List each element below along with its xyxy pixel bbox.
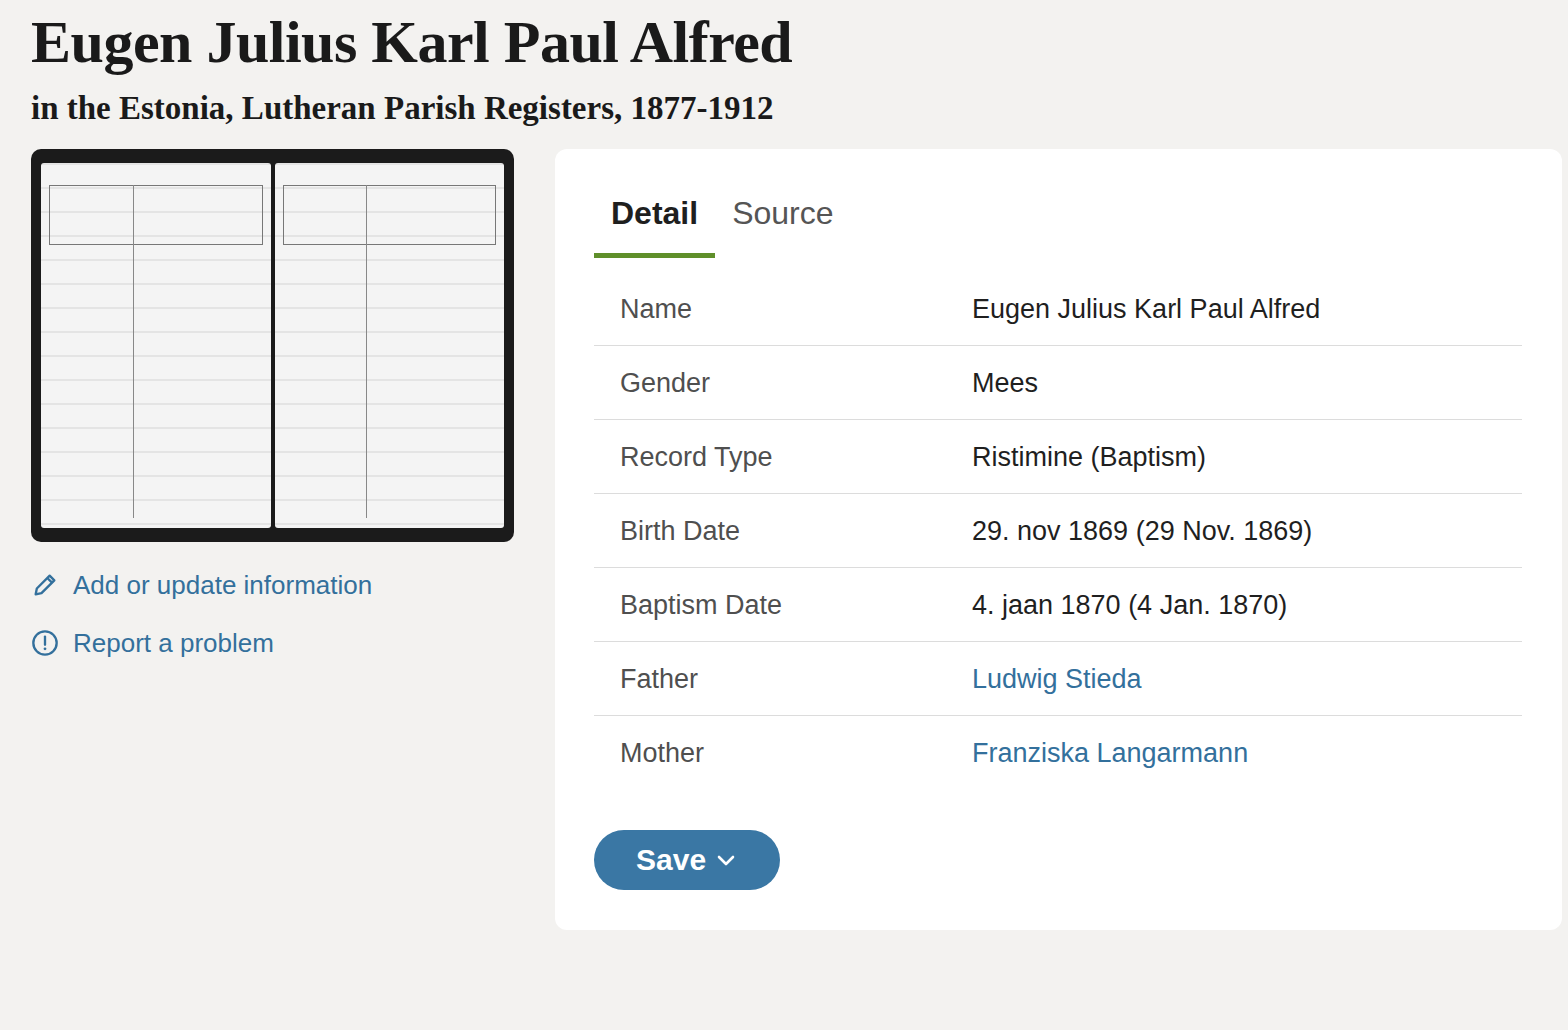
detail-label: Record Type: [594, 439, 972, 475]
action-label[interactable]: Add or update information: [73, 566, 372, 604]
record-body: Add or update information Report a proble…: [31, 149, 1562, 930]
detail-row: Birth Date29. nov 1869 (29 Nov. 1869): [594, 494, 1522, 568]
detail-label: Gender: [594, 365, 972, 401]
chevron-down-icon: [714, 848, 738, 872]
detail-table: NameEugen Julius Karl Paul AlfredGenderM…: [594, 272, 1522, 790]
detail-row: MotherFranziska Langarmann: [594, 716, 1522, 790]
detail-row: GenderMees: [594, 346, 1522, 420]
detail-label: Father: [594, 661, 972, 697]
person-link[interactable]: Franziska Langarmann: [972, 735, 1522, 771]
detail-value: Mees: [972, 365, 1522, 401]
detail-label: Baptism Date: [594, 587, 972, 623]
left-column: Add or update information Report a proble…: [31, 149, 514, 662]
collection-subtitle: in the Estonia, Lutheran Parish Register…: [31, 86, 1562, 130]
action-label[interactable]: Report a problem: [73, 624, 274, 662]
update-link[interactable]: Add or update information: [31, 566, 514, 604]
alert-icon: [31, 629, 59, 657]
report-link[interactable]: Report a problem: [31, 624, 514, 662]
detail-row: NameEugen Julius Karl Paul Alfred: [594, 272, 1522, 346]
detail-label: Mother: [594, 735, 972, 771]
detail-value: Eugen Julius Karl Paul Alfred: [972, 291, 1522, 327]
tab-bar: DetailSource: [594, 189, 1522, 258]
save-button[interactable]: Save: [594, 830, 780, 890]
detail-label: Name: [594, 291, 972, 327]
detail-row: FatherLudwig Stieda: [594, 642, 1522, 716]
detail-value: 29. nov 1869 (29 Nov. 1869): [972, 513, 1522, 549]
pencil-icon: [31, 571, 59, 599]
image-page-left: [41, 163, 271, 528]
detail-panel: DetailSource NameEugen Julius Karl Paul A…: [555, 149, 1562, 930]
save-label[interactable]: Save: [636, 840, 706, 880]
person-link[interactable]: Ludwig Stieda: [972, 661, 1522, 697]
tab[interactable]: Detail: [594, 189, 715, 258]
detail-value: Ristimine (Baptism): [972, 439, 1522, 475]
record-title: Eugen Julius Karl Paul Alfred: [31, 4, 1562, 80]
detail-value: 4. jaan 1870 (4 Jan. 1870): [972, 587, 1522, 623]
record-image[interactable]: [31, 149, 514, 542]
record-actions: Add or update information Report a proble…: [31, 566, 514, 662]
detail-label: Birth Date: [594, 513, 972, 549]
tab[interactable]: Source: [715, 189, 850, 258]
detail-row: Baptism Date4. jaan 1870 (4 Jan. 1870): [594, 568, 1522, 642]
detail-row: Record TypeRistimine (Baptism): [594, 420, 1522, 494]
image-page-right: [275, 163, 505, 528]
